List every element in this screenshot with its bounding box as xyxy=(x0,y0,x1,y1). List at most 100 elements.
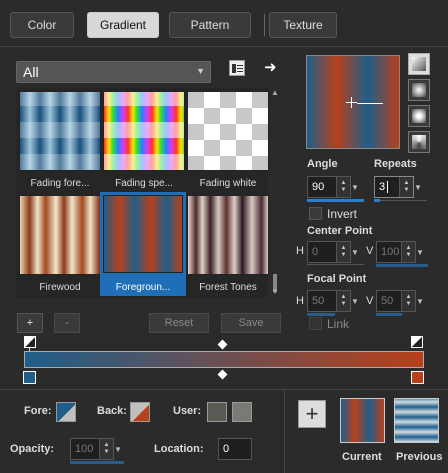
text-cursor xyxy=(387,181,388,193)
angle-value: 90 xyxy=(312,181,325,193)
opacity-slider[interactable] xyxy=(70,461,124,464)
swatch-label: Foregroun... xyxy=(115,282,171,293)
tab-gradient[interactable]: Gradient xyxy=(87,12,159,38)
center-h-slider xyxy=(307,264,364,265)
swatch-forest-tones[interactable] xyxy=(187,195,269,275)
arrow-right-icon[interactable]: ➜ xyxy=(264,58,277,76)
focal-v-slider[interactable] xyxy=(376,313,402,316)
fore-label: Fore: xyxy=(24,405,52,417)
repeats-slider-track xyxy=(380,200,427,201)
chevron-down-icon[interactable]: ▼ xyxy=(351,291,362,311)
linear-style-button[interactable] xyxy=(408,53,430,75)
focal-h-label: H xyxy=(296,295,304,307)
previous-label: Previous xyxy=(396,451,443,463)
tab-pattern[interactable]: Pattern xyxy=(169,12,251,38)
focal-point-label: Focal Point xyxy=(307,273,367,285)
center-h-value: 0 xyxy=(312,246,319,258)
back-swatch[interactable] xyxy=(130,402,150,422)
reset-button[interactable]: Reset xyxy=(149,313,209,333)
swatch-firewood[interactable] xyxy=(19,195,101,275)
divider xyxy=(0,46,448,47)
sunburst-style-button[interactable] xyxy=(408,105,430,127)
center-v-input[interactable]: 100 ▲ ▼ ▼ xyxy=(376,241,424,263)
opacity-input[interactable]: 100 ▲ ▼ ▼ xyxy=(70,438,122,460)
angle-stepper[interactable]: ▲ ▼ xyxy=(336,177,350,197)
center-v-label: V xyxy=(366,245,374,257)
category-select[interactable]: All ▼ xyxy=(16,61,211,83)
opacity-value: 100 xyxy=(75,443,94,455)
angle-input[interactable]: 90 ▲ ▼ ▼ xyxy=(307,176,359,198)
chevron-down-icon[interactable]: ▼ xyxy=(351,242,362,262)
center-v-stepper[interactable]: ▲ ▼ xyxy=(401,242,415,262)
link-label: Link xyxy=(327,317,350,331)
swatch-fading-foreground[interactable] xyxy=(19,91,101,171)
scroll-down-icon[interactable]: ▼ xyxy=(271,287,279,296)
category-value: All xyxy=(23,64,39,80)
invert-checkbox[interactable] xyxy=(309,207,322,220)
focal-h-stepper[interactable]: ▲ ▼ xyxy=(336,291,350,311)
focal-v-label: V xyxy=(366,295,374,307)
opacity-midpoint-marker[interactable] xyxy=(217,339,228,350)
chevron-down-icon[interactable]: ▼ xyxy=(414,177,425,197)
opacity-stepper[interactable]: ▲ ▼ xyxy=(99,439,113,459)
divider xyxy=(0,389,448,390)
back-label: Back: xyxy=(97,405,127,417)
focal-h-input[interactable]: 50 ▲ ▼ ▼ xyxy=(307,290,359,312)
color-midpoint-marker[interactable] xyxy=(217,369,228,380)
radial-style-button[interactable] xyxy=(408,131,430,153)
focal-h-value: 50 xyxy=(312,295,325,307)
location-value: 0 xyxy=(223,443,230,455)
add-to-library-button[interactable]: + xyxy=(298,400,326,428)
center-v-slider[interactable] xyxy=(376,264,428,267)
swatch-label: Fading spe... xyxy=(115,178,173,189)
scroll-up-icon[interactable]: ▲ xyxy=(271,88,279,97)
chevron-down-icon[interactable]: ▼ xyxy=(416,242,427,262)
swatch-foreground-background[interactable] xyxy=(103,195,183,273)
user-color-2[interactable] xyxy=(232,402,252,422)
tab-color[interactable]: Color xyxy=(10,12,74,38)
location-label: Location: xyxy=(154,443,204,455)
location-input[interactable]: 0 xyxy=(218,438,252,460)
focal-v-value: 50 xyxy=(381,295,394,307)
swatch-fading-spectrum[interactable] xyxy=(103,91,185,171)
angle-slider[interactable] xyxy=(307,199,364,202)
fore-stop-marker[interactable] xyxy=(23,371,36,384)
rectangular-style-button[interactable] xyxy=(408,79,430,101)
gradient-bar[interactable] xyxy=(24,351,424,368)
center-h-stepper[interactable]: ▲ ▼ xyxy=(336,242,350,262)
add-stop-button[interactable]: + xyxy=(17,313,43,333)
focal-v-input[interactable]: 50 ▲ ▼ ▼ xyxy=(376,290,424,312)
center-v-value: 100 xyxy=(381,246,400,258)
gradient-preview[interactable] xyxy=(306,55,400,149)
link-checkbox[interactable] xyxy=(309,317,322,330)
repeats-label: Repeats xyxy=(374,158,417,170)
focal-h-slider[interactable] xyxy=(307,313,335,316)
chevron-down-icon: ▼ xyxy=(196,66,205,76)
center-h-input[interactable]: 0 ▲ ▼ ▼ xyxy=(307,241,359,263)
repeats-stepper[interactable]: ▲ ▼ xyxy=(399,177,413,197)
vertical-divider xyxy=(284,390,285,473)
focal-v-stepper[interactable]: ▲ ▼ xyxy=(401,291,415,311)
top-stop-marker[interactable] xyxy=(24,336,36,348)
current-label: Current xyxy=(342,451,382,463)
angle-line xyxy=(357,103,383,104)
back-stop-marker[interactable] xyxy=(411,371,424,384)
tab-texture[interactable]: Texture xyxy=(269,12,337,38)
crosshair-icon[interactable] xyxy=(346,97,357,108)
chevron-down-icon[interactable]: ▼ xyxy=(351,177,362,197)
swatch-label: Firewood xyxy=(39,282,81,293)
remove-stop-button[interactable]: - xyxy=(54,313,80,333)
previous-preview[interactable] xyxy=(394,398,439,443)
chevron-down-icon[interactable]: ▼ xyxy=(114,439,125,459)
swatch-fading-white[interactable] xyxy=(187,91,269,171)
grid-scrollbar[interactable]: ▲ ▼ xyxy=(270,88,280,298)
save-button[interactable]: Save xyxy=(221,313,281,333)
top-stop-marker[interactable] xyxy=(411,336,423,348)
user-color-1[interactable] xyxy=(207,402,227,422)
chevron-down-icon[interactable]: ▼ xyxy=(416,291,427,311)
current-preview[interactable] xyxy=(340,398,385,443)
repeats-input[interactable]: 3 ▲ ▼ ▼ xyxy=(374,176,422,198)
swatch-label: Forest Tones xyxy=(199,282,257,293)
library-icon[interactable] xyxy=(229,60,245,76)
fore-swatch[interactable] xyxy=(56,402,76,422)
